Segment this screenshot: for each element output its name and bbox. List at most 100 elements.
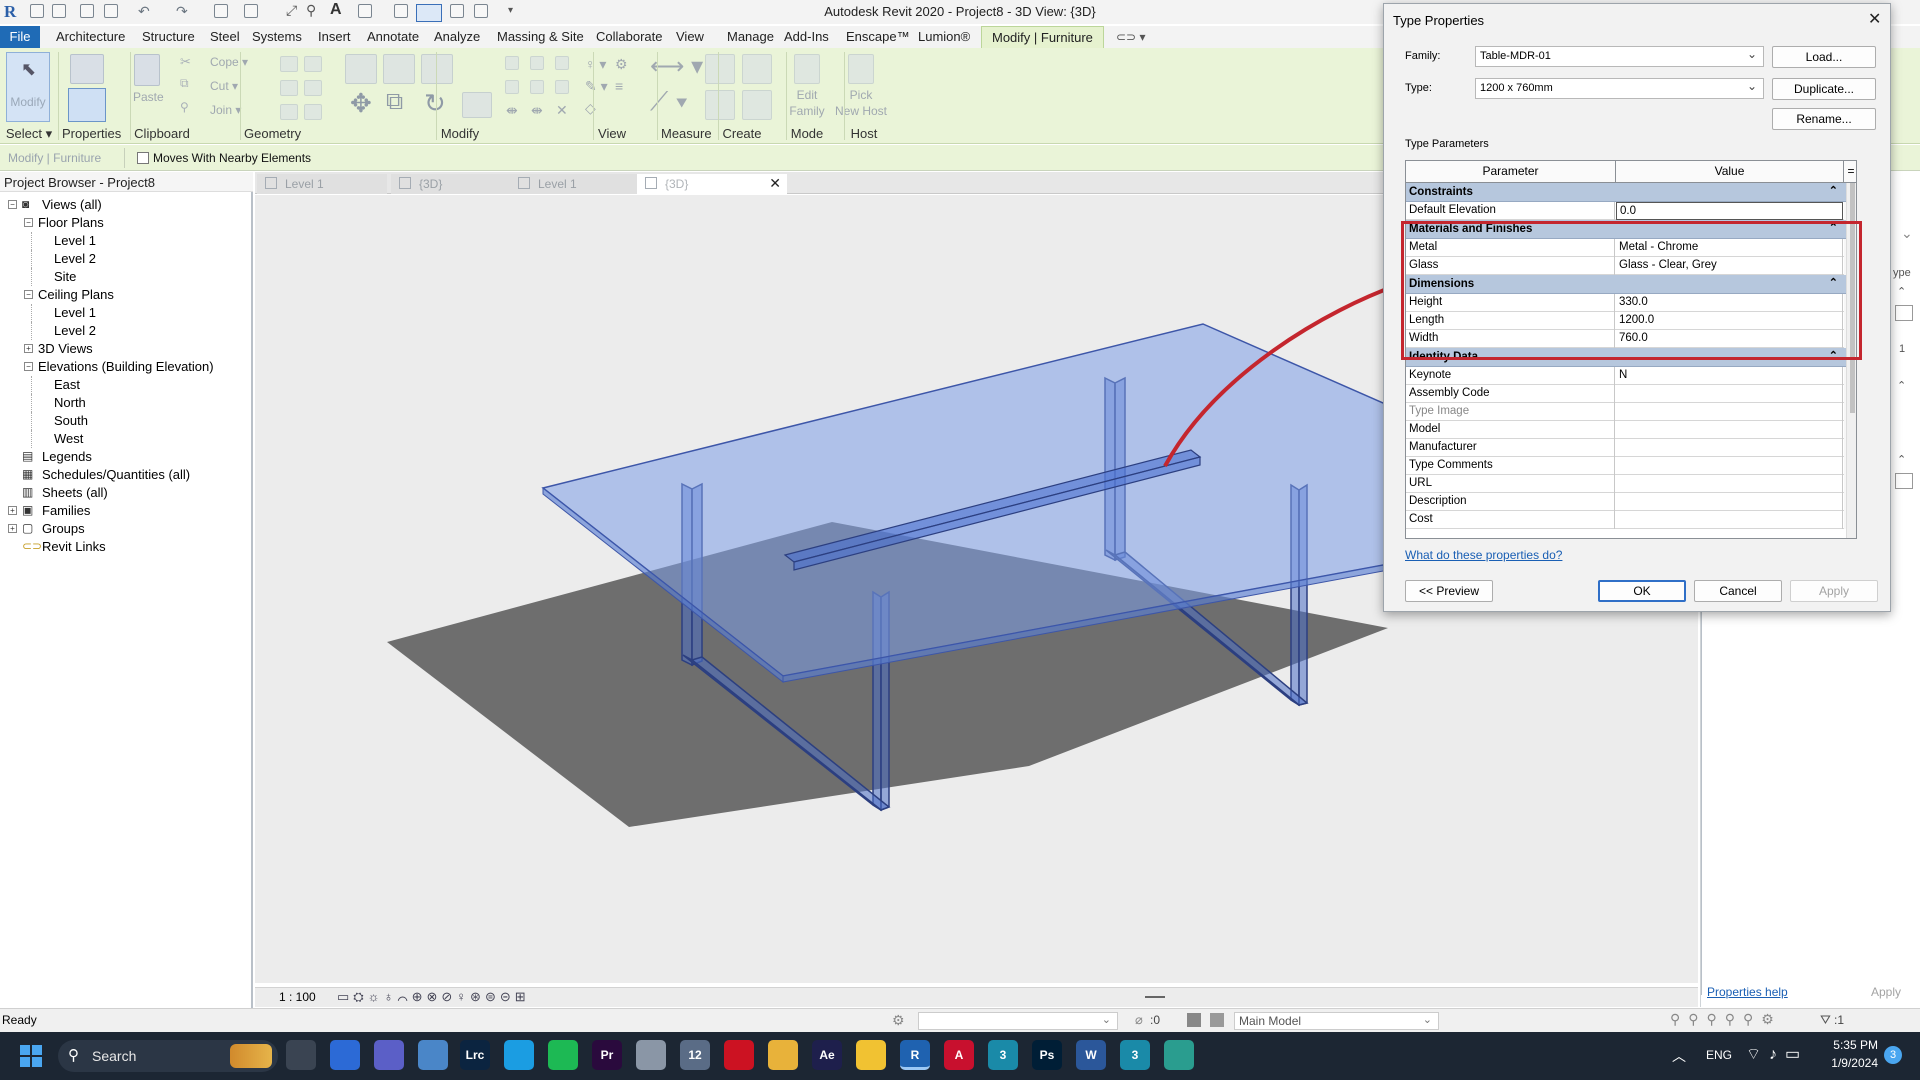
file-explorer-icon[interactable] [856, 1040, 886, 1070]
pin-icon[interactable] [555, 80, 569, 94]
type-properties-icon[interactable] [70, 54, 104, 84]
match-icon[interactable]: ⚲ [180, 100, 189, 114]
collapse-toggle-icon[interactable]: − [24, 218, 33, 227]
tab-view[interactable]: View [676, 29, 704, 44]
geometry-tool-icon[interactable] [280, 80, 298, 96]
tab-collaborate[interactable]: Collaborate [596, 29, 663, 44]
tree-item[interactable]: South [0, 412, 250, 430]
tab-enscape[interactable]: Enscape™ [846, 29, 910, 44]
small-modify-icon[interactable] [505, 56, 519, 70]
pane-dropdown-icon[interactable]: ⌄ [1901, 225, 1913, 242]
param-row[interactable]: Assembly Code [1406, 385, 1856, 403]
app-circle-icon[interactable] [636, 1040, 666, 1070]
language-indicator[interactable]: ENG [1706, 1048, 1732, 1062]
tree-item[interactable]: Level 2 [0, 322, 250, 340]
editing-requests-icon[interactable]: ⌀ [1135, 1012, 1143, 1028]
rotate-icon[interactable]: ↻ [424, 88, 446, 119]
view-tab[interactable]: Level 1 [257, 174, 387, 194]
collapse-group-icon[interactable]: ⌃ [1829, 184, 1838, 197]
collapse-toggle-icon[interactable]: − [24, 362, 33, 371]
tree-item[interactable]: East [0, 376, 250, 394]
align-icon[interactable] [345, 54, 377, 84]
properties-apply-button[interactable]: Apply [1871, 985, 1901, 999]
param-value[interactable] [1616, 439, 1843, 457]
param-value[interactable] [1616, 457, 1843, 475]
tree-item[interactable]: ▥ Sheets (all) [0, 484, 250, 502]
properties-help-link[interactable]: Properties help [1707, 985, 1788, 999]
param-value[interactable] [1616, 403, 1843, 421]
param-row[interactable]: URL [1406, 475, 1856, 493]
tree-item[interactable]: + ▣ Families [0, 502, 250, 520]
param-group-header[interactable]: Constraints ⌃ [1406, 183, 1846, 202]
create-group-icon[interactable] [742, 90, 772, 120]
task-view-icon[interactable] [286, 1040, 316, 1070]
lightroom-icon[interactable]: Lrc [460, 1040, 490, 1070]
tab-architecture[interactable]: Architecture [56, 29, 125, 44]
tab-manage[interactable]: Manage [727, 29, 774, 44]
modify-button[interactable]: ⬉ Modify [6, 52, 50, 122]
tab-systems[interactable]: Systems [252, 29, 302, 44]
spotify-icon[interactable] [548, 1040, 578, 1070]
scale-icon[interactable] [530, 80, 544, 94]
rename-button[interactable]: Rename... [1772, 108, 1876, 130]
revit-icon[interactable]: R [900, 1040, 930, 1070]
param-value[interactable]: N [1616, 367, 1843, 385]
geometry-tool-icon[interactable] [304, 80, 322, 96]
offset-icon[interactable] [383, 54, 415, 84]
photoshop-icon[interactable]: Ps [1032, 1040, 1062, 1070]
value-box[interactable] [1895, 473, 1913, 489]
param-row[interactable]: Default Elevation 0.0 [1406, 202, 1856, 220]
ok-button[interactable]: OK [1598, 580, 1686, 602]
param-value[interactable] [1616, 493, 1843, 511]
array-icon[interactable] [505, 80, 519, 94]
tree-item[interactable]: Level 1 [0, 304, 250, 322]
media-icon[interactable] [768, 1040, 798, 1070]
param-row[interactable]: Keynote N [1406, 367, 1856, 385]
scroll-indicator[interactable] [1145, 996, 1165, 998]
tree-item[interactable]: − Floor Plans [0, 214, 250, 232]
view-control-icons[interactable]: ▭⛭☼♁⌒⊕⊗⊘♀⊛⊜⊝⊞ [337, 989, 530, 1005]
param-row[interactable]: Type Comments [1406, 457, 1856, 475]
move-icon[interactable]: ✥ [350, 88, 372, 119]
premiere-icon[interactable]: Pr [592, 1040, 622, 1070]
hide-icon[interactable]: ⚙ [615, 56, 628, 73]
edge-icon[interactable] [504, 1040, 534, 1070]
unpin-icon[interactable]: ⇼ [531, 102, 543, 119]
tab-steel[interactable]: Steel [210, 29, 240, 44]
view-tab[interactable]: {3D} ✕ [637, 174, 787, 194]
collapse-icon[interactable]: ⌃ [1897, 285, 1906, 298]
collapse-toggle-icon[interactable]: − [24, 290, 33, 299]
clock-time[interactable]: 5:35 PM [1822, 1038, 1878, 1052]
notification-badge[interactable]: 3 [1884, 1046, 1902, 1064]
expand-toggle-icon[interactable]: + [24, 344, 33, 353]
selection-filter-icons[interactable]: ⚲⚲⚲⚲⚲⚙ [1670, 1011, 1782, 1028]
design-options-icon[interactable] [1187, 1013, 1201, 1027]
tab-lumion[interactable]: Lumion® [918, 29, 970, 44]
param-value[interactable]: 0.0 [1616, 202, 1843, 220]
photos-icon[interactable] [418, 1040, 448, 1070]
geometry-tool-icon[interactable] [280, 104, 298, 120]
dimension-icon[interactable]: ⟋ ▾ [650, 86, 688, 118]
collapse-icon[interactable]: ⌃ [1897, 379, 1906, 392]
globe-app-icon[interactable] [1164, 1040, 1194, 1070]
teams-icon[interactable] [374, 1040, 404, 1070]
small-modify-icon[interactable] [530, 56, 544, 70]
3dsmax-2-icon[interactable]: 3 [1120, 1040, 1150, 1070]
delete-icon[interactable]: ✕ [556, 102, 568, 119]
tree-item[interactable]: − Elevations (Building Elevation) [0, 358, 250, 376]
split-icon[interactable]: ⇼ [506, 102, 518, 119]
load-button[interactable]: Load... [1772, 46, 1876, 68]
create-similar-icon[interactable] [705, 90, 735, 120]
geometry-tool-icon[interactable] [304, 104, 322, 120]
param-value[interactable] [1616, 385, 1843, 403]
value-column-header[interactable]: Value [1616, 161, 1844, 183]
view-tab[interactable]: Level 1 [510, 174, 640, 194]
clock-date[interactable]: 1/9/2024 [1812, 1056, 1878, 1070]
filter-icon[interactable]: ≡ [615, 78, 623, 94]
expand-toggle-icon[interactable]: + [8, 506, 17, 515]
param-value[interactable] [1616, 475, 1843, 493]
chevron-up-icon[interactable]: ︿ [1672, 1046, 1686, 1066]
view-tab[interactable]: {3D} [391, 174, 521, 194]
tree-item[interactable]: + ▢ Groups [0, 520, 250, 538]
3dsmax-icon[interactable]: 3 [988, 1040, 1018, 1070]
